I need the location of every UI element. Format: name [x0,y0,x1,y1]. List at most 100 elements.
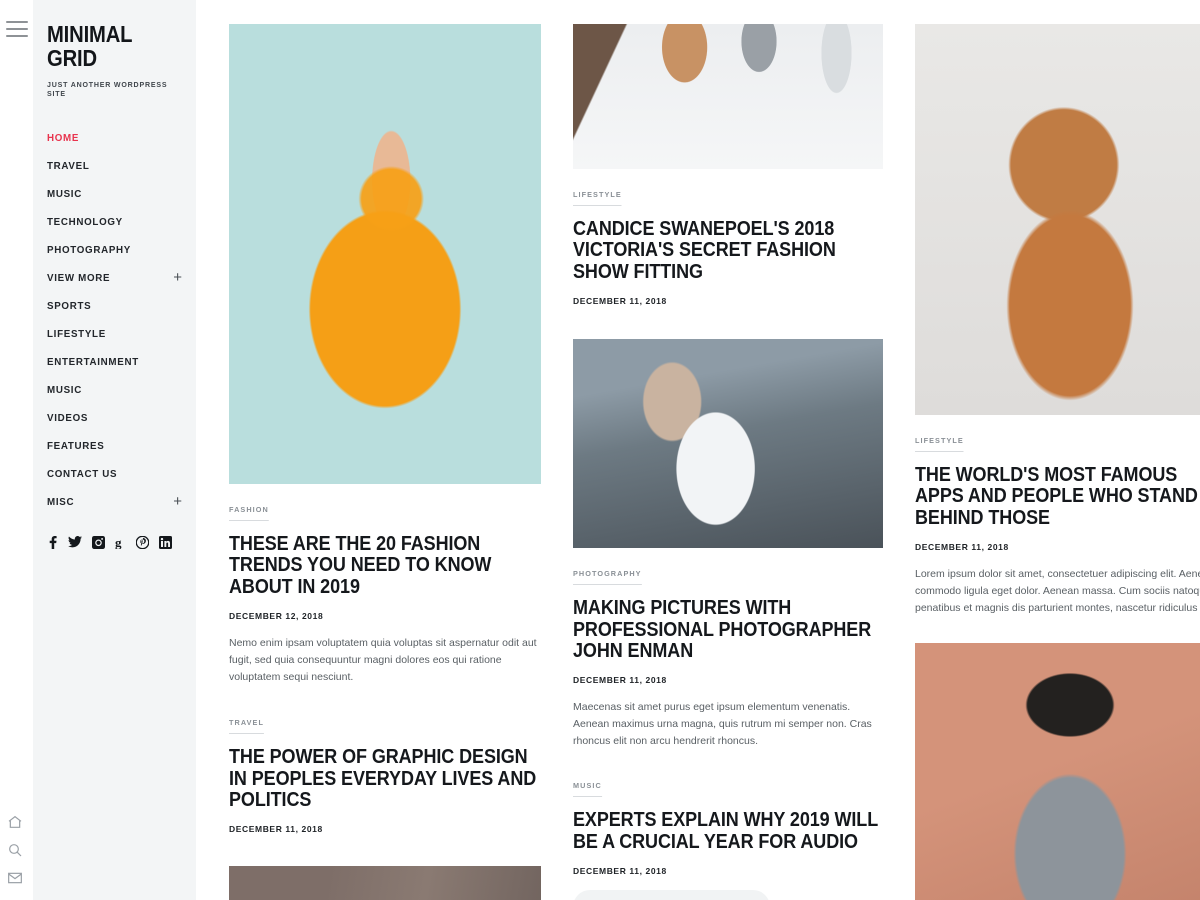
sidebar-item-entertainment[interactable]: ENTERTAINMENT [47,348,180,376]
sidebar-item-contact-us[interactable]: CONTACT US [47,460,180,488]
post-thumbnail[interactable] [915,643,1200,900]
audio-player[interactable]: 0:00 / 0:16 [573,890,770,900]
post-card[interactable]: LIFESTYLE THE WORLD'S MOST FAMOUS APPS A… [915,24,1200,621]
icon-rail [0,0,33,900]
post-date: DECEMBER 11, 2018 [229,824,323,835]
site-title-line1: MINIMAL [47,21,133,47]
sidebar-item-label: VIDEOS [47,411,89,424]
post-title[interactable]: EXPERTS EXPLAIN WHY 2019 WILL BE A CRUCI… [573,810,883,853]
post-thumbnail[interactable] [573,24,883,169]
post-body: LIFESTYLE CANDICE SWANEPOEL'S 2018 VICTO… [573,169,883,306]
sidebar-item-label: LIFESTYLE [47,327,106,340]
post-excerpt: Nemo enim ipsam voluptatem quia voluptas… [229,637,537,684]
post-title[interactable]: MAKING PICTURES WITH PROFESSIONAL PHOTOG… [573,597,883,662]
post-category[interactable]: FASHION [229,505,269,521]
post-category[interactable]: LIFESTYLE [573,190,622,206]
post-excerpt: Lorem ipsum dolor sit amet, consectetuer… [915,568,1200,615]
svg-text:g: g [115,536,122,549]
post-grid: FASHION THESE ARE THE 20 FASHION TRENDS … [196,0,1200,900]
post-thumbnail[interactable] [573,339,883,549]
main-navigation: HOME TRAVEL MUSIC TECHNOLOGY PHOTOGRAPHY VIEW… [47,124,182,516]
post-thumbnail[interactable] [915,24,1200,415]
google-plus-icon[interactable]: g [115,536,126,549]
sidebar-item-lifestyle[interactable]: LIFESTYLE [47,320,180,348]
sidebar-item-music[interactable]: MUSIC [47,180,180,208]
site-title-line2: GRID [47,45,97,72]
rail-icon-group [7,814,23,886]
post-excerpt: Maecenas sit amet purus eget ipsum eleme… [573,701,872,748]
sidebar-item-label: MUSIC [47,383,82,396]
instagram-icon[interactable] [92,535,105,549]
hamburger-icon[interactable] [6,21,28,37]
post-date: DECEMBER 11, 2018 [573,296,667,307]
post-title[interactable]: THE POWER OF GRAPHIC DESIGN IN PEOPLES E… [229,746,541,811]
home-icon[interactable] [7,814,23,830]
post-date: DECEMBER 11, 2018 [573,675,667,686]
post-card[interactable]: PHOTOGRAPHY MAKING PICTURES WITH PROFESS… [573,339,883,754]
expand-plus-icon[interactable]: + [173,494,182,509]
post-title[interactable]: THESE ARE THE 20 FASHION TRENDS YOU NEED… [229,533,541,598]
social-links: g [47,535,180,549]
site-title[interactable]: MINIMAL GRID [47,22,164,71]
sidebar-item-label: SPORTS [47,299,92,312]
sidebar-item-label: HOME [47,131,80,144]
sidebar-item-label: PHOTOGRAPHY [47,243,132,256]
sidebar-item-features[interactable]: FEATURES [47,432,180,460]
post-card[interactable] [229,866,541,900]
expand-plus-icon[interactable]: + [173,270,182,285]
page-root: MINIMAL GRID JUST ANOTHER WORDPRESS SITE… [0,0,1200,900]
post-thumbnail[interactable] [229,866,541,900]
sidebar-item-misc[interactable]: MISC + [47,488,182,516]
post-category[interactable]: MUSIC [573,781,602,798]
sidebar-item-videos[interactable]: VIDEOS [47,404,180,432]
sidebar-item-label: CONTACT US [47,467,118,480]
grid-column-2: LIFESTYLE CANDICE SWANEPOEL'S 2018 VICTO… [573,24,883,900]
sidebar-item-sports[interactable]: SPORTS [47,292,180,320]
post-thumbnail[interactable] [229,24,541,484]
post-date: DECEMBER 11, 2018 [573,866,667,877]
sidebar-item-label: MISC [47,495,75,508]
sidebar: MINIMAL GRID JUST ANOTHER WORDPRESS SITE… [33,0,196,900]
post-body: TRAVEL THE POWER OF GRAPHIC DESIGN IN PE… [229,712,541,834]
grid-column-1: FASHION THESE ARE THE 20 FASHION TRENDS … [229,24,541,900]
post-body: FASHION THESE ARE THE 20 FASHION TRENDS … [229,484,541,686]
linkedin-icon[interactable] [159,535,172,549]
post-body: MUSIC EXPERTS EXPLAIN WHY 2019 WILL BE A… [573,775,883,900]
site-tagline: JUST ANOTHER WORDPRESS SITE [47,79,168,98]
post-title[interactable]: CANDICE SWANEPOEL'S 2018 VICTORIA'S SECR… [573,218,883,283]
sidebar-item-label: VIEW MORE [47,271,111,284]
grid-column-3: LIFESTYLE THE WORLD'S MOST FAMOUS APPS A… [915,24,1200,900]
hamburger-bar [6,35,28,37]
sidebar-item-technology[interactable]: TECHNOLOGY [47,208,180,236]
post-card[interactable]: LIFESTYLE CANDICE SWANEPOEL'S 2018 VICTO… [573,24,883,310]
facebook-icon[interactable] [47,535,58,549]
sidebar-item-view-more[interactable]: VIEW MORE + [47,264,182,292]
sidebar-item-label: TECHNOLOGY [47,215,123,228]
post-category[interactable]: PHOTOGRAPHY [573,569,642,586]
sidebar-item-home[interactable]: HOME [47,124,180,152]
post-card[interactable] [915,643,1200,900]
sidebar-item-label: ENTERTAINMENT [47,355,139,368]
post-category[interactable]: TRAVEL [229,718,264,735]
sidebar-item-label: TRAVEL [47,159,90,172]
sidebar-item-photography[interactable]: PHOTOGRAPHY [47,236,180,264]
sidebar-item-music[interactable]: MUSIC [47,376,180,404]
post-body: LIFESTYLE THE WORLD'S MOST FAMOUS APPS A… [915,415,1200,617]
post-card[interactable]: MUSIC EXPERTS EXPLAIN WHY 2019 WILL BE A… [573,775,883,900]
sidebar-item-travel[interactable]: TRAVEL [47,152,180,180]
post-title[interactable]: THE WORLD'S MOST FAMOUS APPS AND PEOPLE … [915,464,1200,529]
post-card[interactable]: FASHION THESE ARE THE 20 FASHION TRENDS … [229,24,541,690]
pinterest-icon[interactable] [136,535,149,549]
post-card[interactable]: TRAVEL THE POWER OF GRAPHIC DESIGN IN PE… [229,712,541,838]
post-body: PHOTOGRAPHY MAKING PICTURES WITH PROFESS… [573,548,883,750]
sidebar-item-label: FEATURES [47,439,105,452]
search-icon[interactable] [7,842,23,858]
hamburger-bar [6,21,28,23]
hamburger-bar [6,28,28,30]
post-date: DECEMBER 11, 2018 [915,542,1009,553]
twitter-icon[interactable] [68,536,82,548]
sidebar-item-label: MUSIC [47,187,82,200]
mail-icon[interactable] [7,870,23,886]
post-date: DECEMBER 12, 2018 [229,611,324,622]
post-category[interactable]: LIFESTYLE [915,436,964,452]
